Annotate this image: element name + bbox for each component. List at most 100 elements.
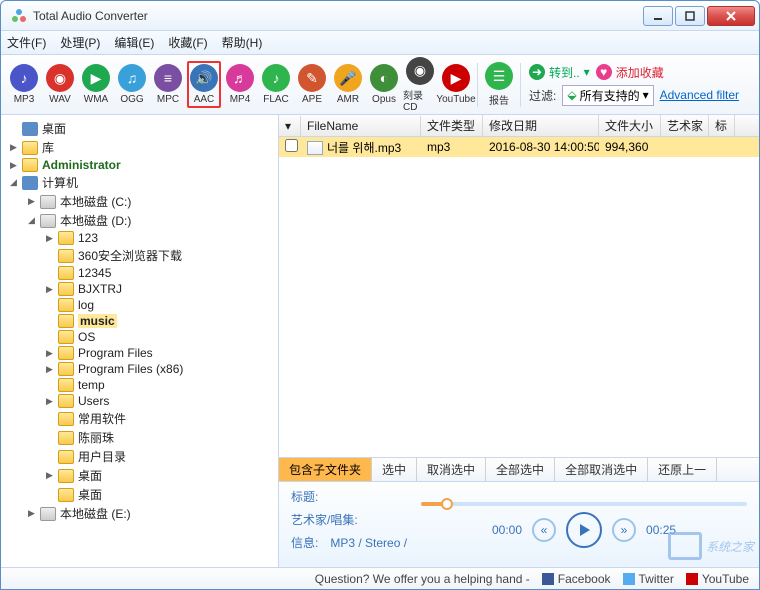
expand-icon[interactable]: ◢ bbox=[9, 178, 18, 187]
tree-node[interactable]: ◢本地磁盘 (D:) bbox=[3, 211, 276, 230]
tree-node[interactable]: 用户目录 bbox=[3, 447, 276, 466]
tree-node[interactable]: OS bbox=[3, 329, 276, 345]
expand-icon[interactable]: ▶ bbox=[45, 397, 54, 406]
deselect-all-button[interactable]: 全部取消选中 bbox=[555, 458, 648, 481]
expand-icon[interactable] bbox=[9, 124, 18, 133]
filter-dropdown[interactable]: ⬙ 所有支持的 ▾ bbox=[562, 85, 653, 106]
expand-icon[interactable] bbox=[45, 251, 54, 260]
file-list[interactable]: 너를 위해.mp3mp32016-08-30 14:00:50994,360 bbox=[279, 137, 759, 457]
expand-icon[interactable]: ▶ bbox=[45, 365, 54, 374]
format-button-wma[interactable]: ▶WMA bbox=[79, 64, 113, 105]
tree-node[interactable]: ▶本地磁盘 (C:) bbox=[3, 192, 276, 211]
ogg-icon: ♫ bbox=[118, 64, 146, 92]
format-button-mp3[interactable]: ♪MP3 bbox=[7, 64, 41, 105]
expand-icon[interactable] bbox=[45, 433, 54, 442]
format-button-ape[interactable]: ✎APE bbox=[295, 64, 329, 105]
advanced-filter-link[interactable]: Advanced filter bbox=[660, 88, 739, 102]
expand-icon[interactable]: ▶ bbox=[45, 234, 54, 243]
menu-file[interactable]: 文件(F) bbox=[7, 34, 46, 51]
tree-node[interactable]: ▶Users bbox=[3, 393, 276, 409]
folder-icon bbox=[58, 412, 74, 426]
menu-process[interactable]: 处理(P) bbox=[60, 34, 100, 51]
expand-icon[interactable] bbox=[45, 452, 54, 461]
format-button-mp4[interactable]: ♬MP4 bbox=[223, 64, 257, 105]
tree-node[interactable]: ▶库 bbox=[3, 138, 276, 157]
expand-icon[interactable] bbox=[45, 301, 54, 310]
youtube-link[interactable]: YouTube bbox=[686, 572, 749, 586]
format-button-flac[interactable]: ♪FLAC bbox=[259, 64, 293, 105]
expand-icon[interactable] bbox=[45, 317, 54, 326]
expand-icon[interactable] bbox=[45, 333, 54, 342]
twitter-link[interactable]: Twitter bbox=[623, 572, 674, 586]
tree-node[interactable]: ▶Program Files bbox=[3, 345, 276, 361]
menu-help[interactable]: 帮助(H) bbox=[222, 34, 263, 51]
player-progress-track[interactable] bbox=[421, 502, 747, 506]
expand-icon[interactable]: ▶ bbox=[45, 471, 54, 480]
tree-node[interactable]: ▶桌面 bbox=[3, 466, 276, 485]
format-button-wav[interactable]: ◉WAV bbox=[43, 64, 77, 105]
format-button-刻录-cd[interactable]: ◉刻录 CD bbox=[403, 57, 437, 113]
tree-node[interactable]: log bbox=[3, 297, 276, 313]
tree-node[interactable]: ▶123 bbox=[3, 230, 276, 246]
col-filetype[interactable]: 文件类型 bbox=[421, 114, 483, 137]
tree-node[interactable]: music bbox=[3, 313, 276, 329]
tree-node[interactable]: ▶Administrator bbox=[3, 157, 276, 173]
select-all-button[interactable]: 全部选中 bbox=[486, 458, 555, 481]
expand-icon[interactable] bbox=[45, 269, 54, 278]
player-play-button[interactable] bbox=[566, 512, 602, 548]
expand-icon[interactable] bbox=[45, 381, 54, 390]
minimize-button[interactable] bbox=[643, 6, 673, 26]
expand-icon[interactable]: ▶ bbox=[9, 143, 18, 152]
format-button-mpc[interactable]: ≡MPC bbox=[151, 64, 185, 105]
select-button[interactable]: 选中 bbox=[372, 458, 417, 481]
tree-node[interactable]: 360安全浏览器下载 bbox=[3, 246, 276, 265]
format-button-amr[interactable]: 🎤AMR bbox=[331, 64, 365, 105]
expand-icon[interactable]: ▶ bbox=[27, 509, 36, 518]
menu-edit[interactable]: 编辑(E) bbox=[114, 34, 154, 51]
facebook-link[interactable]: Facebook bbox=[542, 572, 611, 586]
player-progress-knob[interactable] bbox=[441, 498, 453, 510]
expand-icon[interactable] bbox=[45, 490, 54, 499]
col-filename[interactable]: FileName bbox=[301, 116, 421, 136]
col-artist[interactable]: 艺术家 bbox=[661, 114, 709, 137]
col-modified[interactable]: 修改日期 bbox=[483, 114, 599, 137]
tree-node[interactable]: 常用软件 bbox=[3, 409, 276, 428]
convert-button[interactable]: ➜ 转到..▾ bbox=[529, 64, 590, 81]
close-button[interactable] bbox=[707, 6, 755, 26]
expand-icon[interactable]: ◢ bbox=[27, 216, 36, 225]
tree-node[interactable]: ▶Program Files (x86) bbox=[3, 361, 276, 377]
expand-icon[interactable]: ▶ bbox=[9, 161, 18, 170]
tree-node[interactable]: ◢计算机 bbox=[3, 173, 276, 192]
maximize-button[interactable] bbox=[675, 6, 705, 26]
col-title[interactable]: 标 bbox=[709, 114, 735, 137]
player-next-button[interactable]: » bbox=[612, 518, 636, 542]
format-button-aac[interactable]: 🔊AAC bbox=[187, 61, 221, 108]
expand-icon[interactable]: ▶ bbox=[45, 285, 54, 294]
format-button-报告[interactable]: ☰报告 bbox=[482, 62, 516, 107]
col-checkbox[interactable]: ▾ bbox=[279, 116, 301, 136]
tree-node[interactable]: 桌面 bbox=[3, 119, 276, 138]
player-prev-button[interactable]: « bbox=[532, 518, 556, 542]
restore-button[interactable]: 还原上一 bbox=[648, 458, 717, 481]
expand-icon[interactable]: ▶ bbox=[45, 349, 54, 358]
col-filesize[interactable]: 文件大小 bbox=[599, 114, 661, 137]
deselect-button[interactable]: 取消选中 bbox=[417, 458, 486, 481]
file-checkbox[interactable] bbox=[285, 139, 298, 152]
format-button-ogg[interactable]: ♫OGG bbox=[115, 64, 149, 105]
tree-node[interactable]: temp bbox=[3, 377, 276, 393]
tree-node[interactable]: ▶本地磁盘 (E:) bbox=[3, 504, 276, 523]
format-button-opus[interactable]: ◐Opus bbox=[367, 64, 401, 105]
folder-icon bbox=[58, 488, 74, 502]
tree-node[interactable]: 陈丽珠 bbox=[3, 428, 276, 447]
add-favorite-button[interactable]: ♥ 添加收藏 bbox=[596, 64, 664, 81]
include-subfolders-button[interactable]: 包含子文件夹 bbox=[279, 458, 372, 481]
tree-node[interactable]: 12345 bbox=[3, 265, 276, 281]
format-button-youtube[interactable]: ▶YouTube bbox=[439, 64, 473, 105]
tree-node[interactable]: 桌面 bbox=[3, 485, 276, 504]
menu-favorites[interactable]: 收藏(F) bbox=[168, 34, 207, 51]
expand-icon[interactable]: ▶ bbox=[27, 197, 36, 206]
expand-icon[interactable] bbox=[45, 414, 54, 423]
file-row[interactable]: 너를 위해.mp3mp32016-08-30 14:00:50994,360 bbox=[279, 137, 759, 157]
folder-tree[interactable]: 桌面▶库▶Administrator◢计算机▶本地磁盘 (C:)◢本地磁盘 (D… bbox=[1, 115, 279, 567]
tree-node[interactable]: ▶BJXTRJ bbox=[3, 281, 276, 297]
